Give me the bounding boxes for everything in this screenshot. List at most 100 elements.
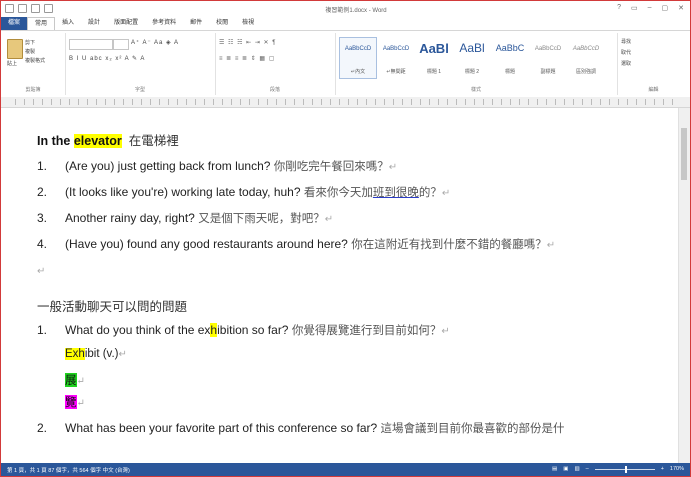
close-button[interactable]: ✕ [678, 4, 684, 12]
ribbon-display-button[interactable]: ▭ [631, 4, 638, 12]
title-bar: 複習範例1.docx - Word ? ▭ – ▢ ✕ [1, 1, 690, 17]
chinese-text: 看來你今天加 [303, 185, 373, 199]
vertical-scrollbar[interactable] [678, 108, 690, 463]
style-no-spacing[interactable]: AaBbCcD ↵無間距 [377, 37, 415, 79]
tab-view[interactable]: 檢視 [235, 17, 261, 30]
zoom-level[interactable]: 170% [670, 466, 684, 472]
tab-layout[interactable]: 版面配置 [107, 17, 145, 30]
find-button[interactable]: 尋找 [621, 37, 631, 48]
font-tools-row1[interactable]: A⁺ A⁻ Aa ◈ A [131, 39, 179, 46]
format-painter-button[interactable]: 複製格式 [25, 57, 45, 64]
paragraph-tools-row2[interactable]: ≡ ≣ ≡ ≣ ⇕ ▦ ▢ [219, 55, 275, 62]
tab-mailings[interactable]: 郵件 [183, 17, 209, 30]
cut-button[interactable]: 剪下 [25, 39, 35, 46]
save-icon[interactable] [5, 4, 14, 13]
zoom-in-button[interactable]: + [661, 466, 664, 472]
tab-design[interactable]: 設計 [81, 17, 107, 30]
style-preview: AaBbCcD [382, 46, 410, 52]
ruler-ticks [15, 99, 676, 105]
web-layout-icon[interactable]: ▥ [574, 466, 579, 472]
editing-group-label: 編輯 [648, 87, 659, 93]
font-group-label: 字型 [134, 87, 145, 93]
vocab-char-magenta: 覽 [65, 395, 77, 409]
maximize-button[interactable]: ▢ [662, 4, 669, 12]
vocab-line: Exhibit (v.)↵ [65, 348, 127, 360]
style-preview: AaBbCcD [572, 46, 600, 52]
copy-button[interactable]: 複製 [25, 48, 35, 55]
style-subtitle[interactable]: AaBbCcD 副標題 [529, 37, 567, 79]
tab-review[interactable]: 校閱 [209, 17, 235, 30]
section-heading-events: 一般活動聊天可以問的問題 [37, 299, 188, 314]
zoom-slider-knob[interactable] [624, 465, 627, 473]
customize-qat-icon[interactable] [44, 4, 53, 13]
chinese-text: 你在這附近有找到什麼不錯的餐廳嗎？ [351, 237, 547, 251]
zoom-out-button[interactable]: – [586, 466, 589, 472]
list-item: 1. What do you think of the exhibition so… [37, 323, 450, 337]
read-mode-icon[interactable]: ▤ [552, 466, 557, 472]
paste-label[interactable]: 貼上 [7, 60, 17, 67]
minimize-button[interactable]: – [648, 4, 652, 12]
tab-insert[interactable]: 插入 [55, 17, 81, 30]
chinese-text: 你覺得展覽進行到目前如何？ [291, 323, 442, 337]
select-button[interactable]: 選取 [621, 59, 631, 70]
section-heading-elevator: In the elevator 在電梯裡 [37, 130, 179, 149]
chinese-text: 你剛吃完午餐回來嗎？ [273, 159, 389, 173]
paste-icon[interactable] [7, 39, 23, 59]
group-editing: 尋找 取代 選取 編輯 [617, 33, 690, 95]
font-size-input[interactable] [113, 39, 129, 50]
list-item: 2. What has been your favorite part of th… [37, 420, 565, 436]
horizontal-ruler[interactable] [1, 97, 690, 108]
style-heading-1[interactable]: AaBl 標題 1 [415, 37, 453, 79]
scrollbar-thumb[interactable] [681, 128, 687, 180]
tab-home[interactable]: 常用 [27, 16, 56, 31]
redo-icon[interactable] [31, 4, 40, 13]
styles-group-label: 樣式 [470, 87, 481, 93]
paragraph-tools-row1[interactable]: ☰ ☷ ☵ ⇤ ⇥ ✕ ¶ [219, 39, 276, 46]
list-item: 3. Another rainy day, right? 又是個下雨天呢，對吧？↵ [37, 211, 334, 225]
group-clipboard: 貼上 剪下 複製 複製格式 剪貼簿 [1, 33, 66, 95]
list-item: 1. (Are you) just getting back from lunch… [37, 159, 398, 173]
empty-paragraph: ↵ [37, 266, 46, 277]
vocab-text: ibit (v.) [84, 348, 119, 360]
list-item: 4. (Have you) found any good restaurants … [37, 237, 556, 251]
tab-references[interactable]: 參考資料 [145, 17, 183, 30]
ribbon-tabs: 檔案 常用 插入 設計 版面配置 參考資料 郵件 校閱 檢視 [1, 16, 690, 31]
editing-items: 尋找 取代 選取 [621, 37, 631, 70]
window-controls: ? ▭ – ▢ ✕ [617, 4, 684, 12]
style-name: ↵內文 [350, 69, 366, 75]
group-font: A⁺ A⁻ Aa ◈ A B I U abc x₂ x² A ✎ A 字型 [65, 33, 216, 95]
list-number: 2. [37, 185, 48, 199]
list-number: 1. [37, 159, 48, 173]
style-subtle-emphasis[interactable]: AaBbCcD 區別強調 [567, 37, 605, 79]
english-text: Another rainy day, right? [65, 211, 195, 225]
help-button[interactable]: ? [617, 4, 621, 12]
style-name: 副標題 [540, 69, 556, 75]
status-right: ▤ ▣ ▥ – + 170% [552, 465, 684, 473]
style-heading-2[interactable]: AaBl 標題 2 [453, 37, 491, 79]
style-title[interactable]: AaBbC 標題 [491, 37, 529, 79]
chinese-text: 又是個下雨天呢，對吧？ [198, 211, 325, 225]
style-name: 標題 2 [464, 69, 480, 75]
english-text: What do you think of the ex [65, 323, 211, 337]
replace-button[interactable]: 取代 [621, 48, 631, 59]
chinese-text: 的？ [418, 185, 442, 199]
group-paragraph: ☰ ☷ ☵ ⇤ ⇥ ✕ ¶ ≡ ≣ ≡ ≣ ⇕ ▦ ▢ 段落 [215, 33, 336, 95]
tab-file[interactable]: 檔案 [1, 17, 28, 30]
undo-icon[interactable] [18, 4, 27, 13]
chinese-text: 這場會議到目前你最喜歡的部份是什 [380, 421, 565, 435]
zoom-slider[interactable] [594, 465, 655, 473]
english-text: (Have you) found any good restaurants ar… [65, 237, 348, 251]
list-number: 2. [37, 421, 48, 435]
heading-cjk: 在電梯裡 [128, 133, 179, 148]
style-normal[interactable]: AaBbCcD ↵內文 [339, 37, 377, 79]
status-bar: 第 1 頁，共 1 頁 87 個字，共 564 個字 中文 (台灣) ▤ ▣ ▥… [1, 463, 690, 476]
clipboard-group-label: 剪貼簿 [25, 87, 41, 93]
window-title: 複習範例1.docx - Word [325, 8, 387, 14]
style-preview: AaBbC [495, 43, 525, 53]
vocab-char-line: 覽↵ [65, 395, 85, 409]
document-area[interactable]: In the elevator 在電梯裡 1. (Are you) just ge… [1, 108, 679, 463]
font-tools-row2[interactable]: B I U abc x₂ x² A ✎ A [69, 55, 145, 62]
status-info[interactable]: 第 1 頁，共 1 頁 87 個字，共 564 個字 中文 (台灣) [7, 466, 130, 474]
font-name-input[interactable] [69, 39, 113, 50]
print-layout-icon[interactable]: ▣ [563, 466, 568, 472]
